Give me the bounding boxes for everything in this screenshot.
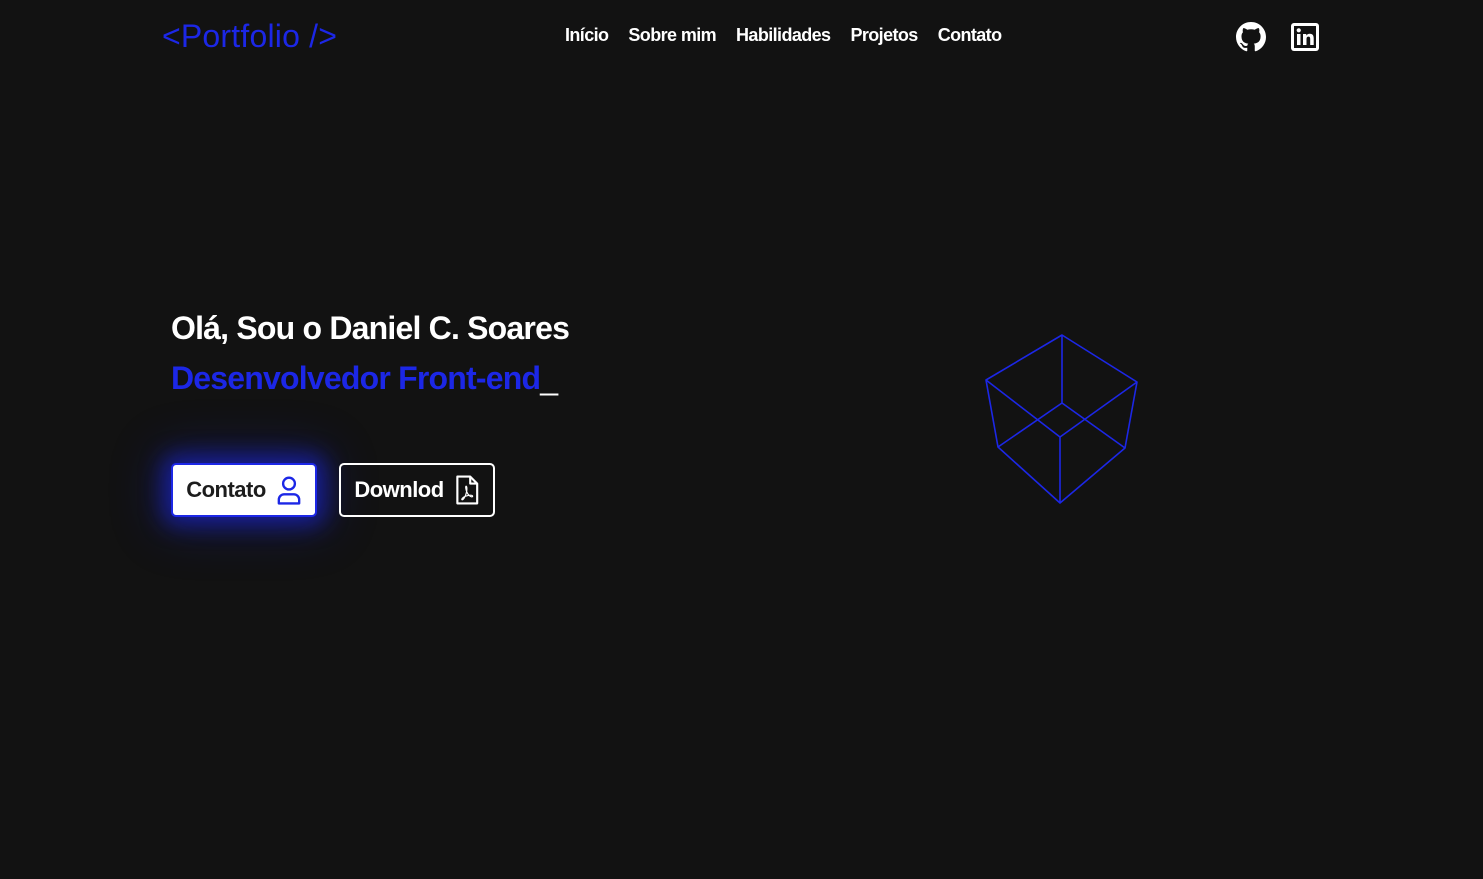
nav-item-sobre-mim[interactable]: Sobre mim	[628, 25, 716, 46]
pdf-file-icon	[455, 475, 478, 505]
linkedin-icon[interactable]	[1290, 22, 1320, 52]
contact-button[interactable]: Contato	[171, 463, 317, 517]
social-links	[1236, 22, 1320, 52]
github-icon[interactable]	[1236, 22, 1266, 52]
hero-greeting: Olá, Sou o Daniel C. Soares	[171, 310, 570, 346]
nav-item-habilidades[interactable]: Habilidades	[736, 25, 831, 46]
typing-cursor: _	[540, 360, 558, 396]
nav-item-contato[interactable]: Contato	[938, 25, 1002, 46]
download-button[interactable]: Downlod	[339, 463, 495, 517]
contact-button-label: Contato	[186, 477, 266, 502]
hero-role-text: Desenvolvedor Front-end	[171, 360, 541, 396]
hero-role: Desenvolvedor Front-end_	[171, 360, 558, 397]
nav-item-projetos[interactable]: Projetos	[850, 25, 918, 46]
nav-item-inicio[interactable]: Início	[565, 25, 609, 46]
wireframe-cube-icon	[985, 334, 1138, 504]
download-button-label: Downlod	[354, 477, 444, 502]
portfolio-page: <Portfolio /> Início Sobre mim Habilidad…	[0, 0, 1483, 879]
logo[interactable]: <Portfolio />	[162, 18, 337, 55]
main-nav: Início Sobre mim Habilidades Projetos Co…	[565, 25, 1002, 46]
user-icon	[277, 476, 301, 505]
